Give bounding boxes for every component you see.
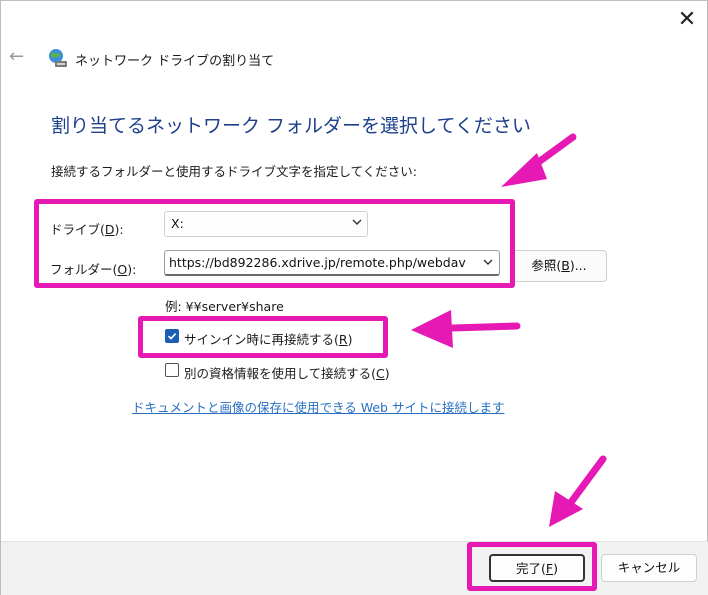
highlight-reconnect-box — [138, 316, 388, 358]
network-drive-icon — [49, 49, 67, 67]
other-credentials-label[interactable]: 別の資格情報を使用して接続する(C) — [184, 363, 390, 382]
highlight-finish-box — [467, 542, 597, 591]
browse-button[interactable]: 参照(B)... — [511, 250, 607, 282]
close-button[interactable]: ✕ — [675, 9, 699, 33]
instruction-text: 接続するフォルダーと使用するドライブ文字を指定してください: — [51, 164, 417, 179]
back-arrow-icon[interactable]: ← — [9, 47, 29, 67]
map-network-drive-dialog: ✕ ← ネットワーク ドライブの割り当て 割り当てるネットワーク フォルダーを選… — [0, 0, 708, 595]
page-heading: 割り当てるネットワーク フォルダーを選択してください — [51, 115, 531, 137]
annotation-arrow-icon — [501, 133, 577, 187]
annotation-arrow-icon — [549, 455, 607, 527]
cancel-button[interactable]: キャンセル — [601, 554, 697, 582]
connect-website-link[interactable]: ドキュメントと画像の保存に使用できる Web サイトに接続します — [132, 397, 504, 416]
other-credentials-checkbox[interactable] — [165, 363, 179, 377]
annotation-arrow-icon — [411, 310, 521, 348]
highlight-drive-folder-box — [34, 199, 515, 288]
window-title: ネットワーク ドライブの割り当て — [75, 54, 275, 69]
example-path-text: 例: ¥¥server¥share — [165, 299, 284, 314]
